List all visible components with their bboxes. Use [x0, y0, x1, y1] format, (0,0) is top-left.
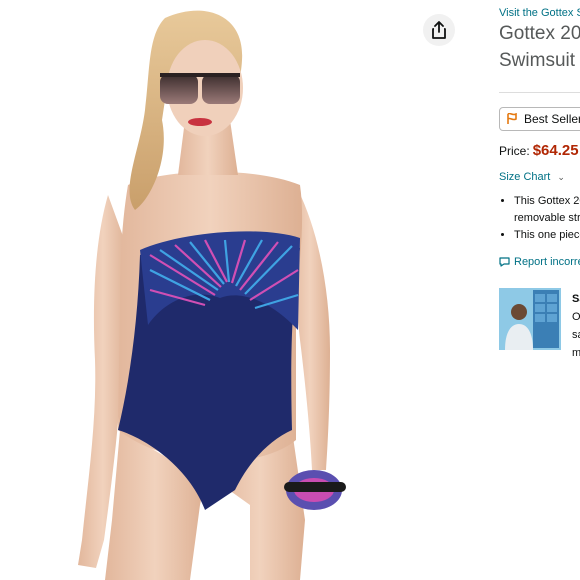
- divider: [499, 92, 580, 93]
- ad-text: Sa O sa m: [572, 290, 580, 362]
- report-label: Report incorrect: [514, 256, 580, 268]
- ad-thumbnail[interactable]: [499, 288, 561, 350]
- price-row: Price: $64.25: [499, 142, 579, 159]
- feature-bullets: This Gottex 20 removable str This one pi…: [499, 193, 580, 244]
- ad-heading: Sa: [572, 293, 580, 305]
- product-title-line1: Gottex 20: [499, 23, 580, 44]
- report-incorrect-link[interactable]: Report incorrect: [499, 256, 580, 268]
- size-chart-label: Size Chart: [499, 171, 551, 183]
- product-info-panel: Visit the Gottex Store Gottex 20 Swimsui…: [499, 0, 580, 580]
- bullet-item: This one piece: [514, 227, 580, 244]
- ad-line: O: [572, 311, 580, 323]
- product-title-line2: Swimsuit: [499, 50, 576, 71]
- chevron-down-icon: ⌄: [557, 172, 565, 182]
- comment-icon: [499, 257, 510, 267]
- best-seller-badge[interactable]: Best Seller: [499, 107, 580, 131]
- best-seller-label: Best Seller: [524, 112, 580, 126]
- bullet-item: This Gottex 20 removable str: [514, 193, 580, 227]
- product-title: Gottex 20 Swimsuit: [499, 20, 580, 74]
- share-icon: [432, 21, 446, 39]
- size-chart-link[interactable]: Size Chart ⌄: [499, 171, 565, 183]
- ad-line: sa: [572, 329, 580, 341]
- best-seller-icon: [507, 113, 517, 124]
- price-label: Price:: [499, 144, 530, 158]
- model-figure: [78, 10, 346, 580]
- price-value: $64.25: [532, 142, 579, 159]
- brand-store-link[interactable]: Visit the Gottex Store: [499, 7, 580, 19]
- ad-line: m: [572, 347, 580, 359]
- product-image[interactable]: [0, 0, 490, 580]
- ad-image: [499, 288, 561, 350]
- share-button[interactable]: [423, 14, 455, 46]
